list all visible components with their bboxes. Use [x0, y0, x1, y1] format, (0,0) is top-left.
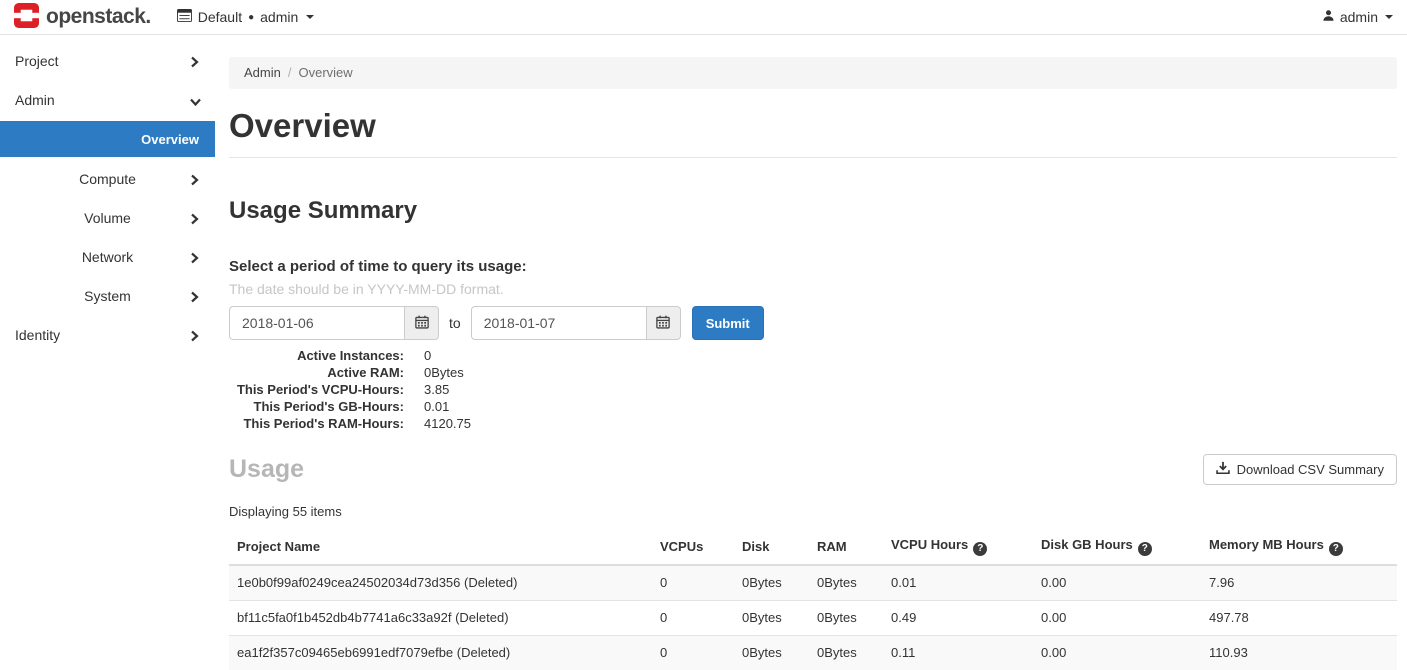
date-range-prompt: Select a period of time to query its usa…: [229, 258, 1397, 276]
chevron-right-icon: [190, 55, 199, 71]
col-memory-mb-hours: Memory MB Hours?: [1201, 529, 1397, 565]
context-project: admin: [260, 9, 298, 25]
cell-project-name: ea1f2f357c09465eb6991edf7079efbe (Delete…: [229, 635, 652, 670]
chevron-right-icon: [190, 173, 199, 189]
cell-memory-mb-hours: 7.96: [1201, 565, 1397, 601]
date-to-calendar-button[interactable]: [646, 306, 681, 340]
date-to-input[interactable]: [471, 306, 646, 340]
cell-disk: 0Bytes: [734, 600, 809, 635]
breadcrumb: Admin / Overview: [229, 57, 1397, 89]
breadcrumb-separator: /: [288, 65, 292, 80]
sidebar: Project Admin Overview Compute Volume: [0, 35, 215, 670]
cell-disk: 0Bytes: [734, 635, 809, 670]
sidebar-item-compute[interactable]: Compute: [0, 159, 215, 198]
usage-stats: Active Instances: 0 Active RAM: 0Bytes T…: [229, 347, 1397, 432]
calendar-icon: [656, 315, 670, 332]
stat-vcpu-hours: This Period's VCPU-Hours: 3.85: [229, 381, 1397, 398]
top-navbar: openstack. Default ● admin admin: [0, 0, 1407, 35]
project-switcher-icon: [177, 9, 192, 25]
sidebar-item-network[interactable]: Network: [0, 237, 215, 276]
sidebar-item-admin[interactable]: Admin: [0, 80, 215, 119]
chevron-right-icon: [190, 212, 199, 228]
context-separator-dot: ●: [248, 12, 254, 23]
date-from-input[interactable]: [229, 306, 404, 340]
download-csv-label: Download CSV Summary: [1237, 462, 1384, 477]
main-content: Admin / Overview Overview Usage Summary Se…: [215, 35, 1407, 670]
usage-date-form: to: [229, 306, 1397, 340]
cell-memory-mb-hours: 110.93: [1201, 635, 1397, 670]
title-divider: [229, 157, 1397, 158]
col-ram: RAM: [809, 529, 883, 565]
col-disk: Disk: [734, 529, 809, 565]
cell-vcpu-hours: 0.11: [883, 635, 1033, 670]
download-icon: [1216, 461, 1230, 478]
cell-vcpus: 0: [652, 565, 734, 601]
caret-down-icon: [1385, 15, 1393, 19]
user-name: admin: [1340, 9, 1378, 25]
cell-disk: 0Bytes: [734, 565, 809, 601]
stat-ram-hours: This Period's RAM-Hours: 4120.75: [229, 415, 1397, 432]
col-project-name: Project Name: [229, 529, 652, 565]
sidebar-item-project[interactable]: Project: [0, 41, 215, 80]
help-icon[interactable]: ?: [973, 542, 987, 556]
cell-vcpu-hours: 0.01: [883, 565, 1033, 601]
stat-gb-hours: This Period's GB-Hours: 0.01: [229, 398, 1397, 415]
help-icon[interactable]: ?: [1329, 542, 1343, 556]
context-domain: Default: [198, 9, 242, 25]
cell-disk-gb-hours: 0.00: [1033, 600, 1201, 635]
stat-active-instances: Active Instances: 0: [229, 347, 1397, 364]
cell-project-name: 1e0b0f99af0249cea24502034d73d356 (Delete…: [229, 565, 652, 601]
caret-down-icon: [306, 15, 314, 19]
user-icon: [1322, 9, 1335, 25]
cell-memory-mb-hours: 497.78: [1201, 600, 1397, 635]
sidebar-item-system[interactable]: System: [0, 276, 215, 315]
domain-project-switcher[interactable]: Default ● admin: [177, 9, 315, 25]
usage-table-header: Usage Download CSV Summary: [229, 454, 1397, 485]
to-label: to: [449, 315, 461, 331]
breadcrumb-current: Overview: [298, 65, 352, 80]
table-row: ea1f2f357c09465eb6991edf7079efbe (Delete…: [229, 635, 1397, 670]
cell-ram: 0Bytes: [809, 635, 883, 670]
chevron-right-icon: [190, 290, 199, 306]
col-vcpus: VCPUs: [652, 529, 734, 565]
col-vcpu-hours: VCPU Hours?: [883, 529, 1033, 565]
chevron-right-icon: [190, 329, 199, 345]
chevron-right-icon: [190, 251, 199, 267]
calendar-icon: [415, 315, 429, 332]
submit-button[interactable]: Submit: [692, 306, 764, 340]
chevron-down-icon: [187, 97, 203, 106]
col-disk-gb-hours: Disk GB Hours?: [1033, 529, 1201, 565]
items-count: Displaying 55 items: [229, 504, 1397, 520]
openstack-logo[interactable]: openstack.: [14, 3, 151, 31]
usage-summary-heading: Usage Summary: [229, 197, 1397, 225]
cell-disk-gb-hours: 0.00: [1033, 565, 1201, 601]
table-row: 1e0b0f99af0249cea24502034d73d356 (Delete…: [229, 565, 1397, 601]
help-icon[interactable]: ?: [1138, 542, 1152, 556]
cell-ram: 0Bytes: [809, 565, 883, 601]
cell-vcpu-hours: 0.49: [883, 600, 1033, 635]
breadcrumb-admin[interactable]: Admin: [244, 65, 281, 80]
date-format-hint: The date should be in YYYY-MM-DD format.: [229, 281, 1397, 298]
openstack-logo-icon: [14, 3, 39, 31]
table-row: bf11c5fa0f1b452db4b7741a6c33a92f (Delete…: [229, 600, 1397, 635]
date-from-calendar-button[interactable]: [404, 306, 439, 340]
page-title: Overview: [229, 106, 1397, 146]
user-menu[interactable]: admin: [1322, 9, 1393, 25]
cell-vcpus: 0: [652, 600, 734, 635]
sidebar-item-overview[interactable]: Overview: [0, 121, 215, 157]
brand-text: openstack.: [46, 5, 151, 29]
usage-heading: Usage: [229, 454, 304, 485]
cell-project-name: bf11c5fa0f1b452db4b7741a6c33a92f (Delete…: [229, 600, 652, 635]
sidebar-item-identity[interactable]: Identity: [0, 315, 215, 354]
stat-active-ram: Active RAM: 0Bytes: [229, 364, 1397, 381]
cell-ram: 0Bytes: [809, 600, 883, 635]
cell-vcpus: 0: [652, 635, 734, 670]
usage-table: Project Name VCPUs Disk RAM VCPU Hours? …: [229, 529, 1397, 670]
cell-disk-gb-hours: 0.00: [1033, 635, 1201, 670]
sidebar-item-volume[interactable]: Volume: [0, 198, 215, 237]
table-header-row: Project Name VCPUs Disk RAM VCPU Hours? …: [229, 529, 1397, 565]
download-csv-button[interactable]: Download CSV Summary: [1203, 454, 1397, 485]
